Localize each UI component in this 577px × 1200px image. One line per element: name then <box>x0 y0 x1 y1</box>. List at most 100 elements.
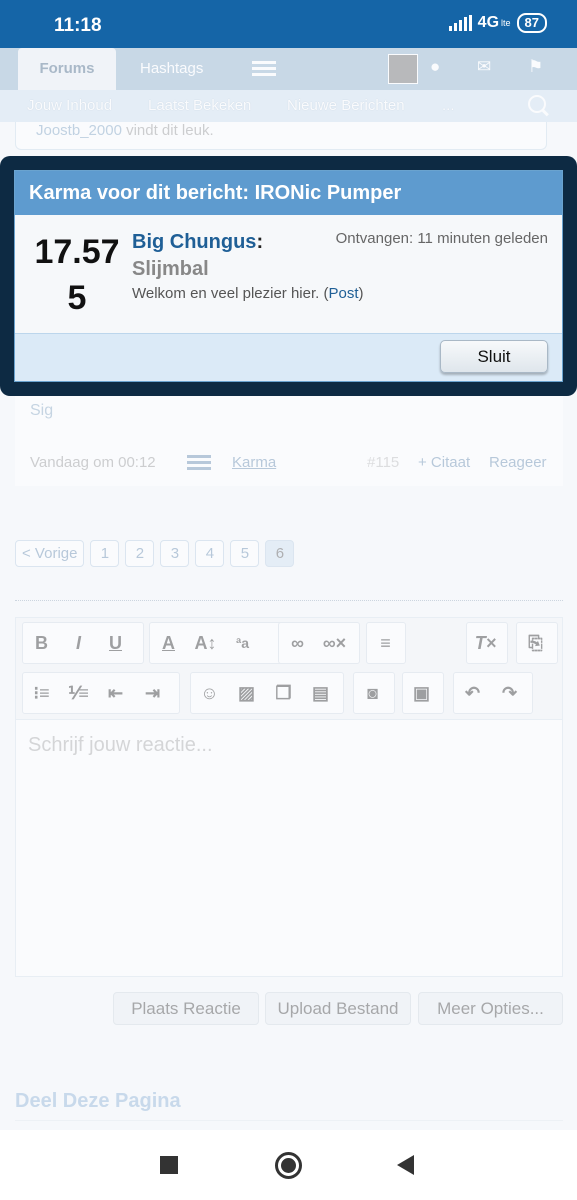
quote-button[interactable]: + Citaat <box>418 454 470 471</box>
karma-entry: 17.575 Big Chungus: Ontvangen: 11 minute… <box>15 215 562 333</box>
modal-title: Karma voor dit bericht: IRONic Pumper <box>15 171 562 215</box>
message-text: Welkom en veel plezier hier. ( <box>132 285 329 302</box>
editor-toolbar: B I U A A↕ ªa ∞ ∞× ≡ T× ⎘ ⁝≡ ⅟≡ ⇤ ⇥ ☺ ▨ … <box>16 618 562 720</box>
forum-header: Forums Hashtags ● ✉ ⚑ <box>0 48 577 90</box>
page-5[interactable]: 5 <box>230 540 260 567</box>
back-icon[interactable] <box>397 1155 414 1175</box>
signature: Sig <box>30 402 54 419</box>
tab-hashtags[interactable]: Hashtags <box>140 48 203 90</box>
share-title: Deel Deze Pagina <box>15 1090 181 1112</box>
indent-icon[interactable]: ⇥ <box>134 683 171 704</box>
unlink-icon[interactable]: ∞× <box>316 633 353 654</box>
divider <box>15 600 563 601</box>
history-group: ↶ ↷ <box>453 672 533 714</box>
karma-giver: Big Chungus: <box>132 231 263 254</box>
more-options-button[interactable]: Meer Opties... <box>418 992 563 1025</box>
save-group: ▣ <box>402 672 444 714</box>
save-icon[interactable]: ▣ <box>403 683 440 704</box>
status-bar: 11:18 4G lte 87 <box>0 0 577 48</box>
karma-modal: Karma voor dit bericht: IRONic Pumper 17… <box>14 170 563 382</box>
link-group: ∞ ∞× <box>278 622 360 664</box>
underline-icon[interactable]: U <box>97 633 134 654</box>
subnav-laatst-bekeken[interactable]: Laatst Bekeken <box>148 97 251 114</box>
karma-message: Welkom en veel plezier hier. (Post) <box>132 285 364 302</box>
font-group: A A↕ ªa <box>149 622 284 664</box>
align-group: ≡ <box>366 622 406 664</box>
italic-icon[interactable]: I <box>60 633 97 654</box>
link-icon[interactable]: ∞ <box>279 633 316 654</box>
numbered-list-icon[interactable]: ⅟≡ <box>60 683 97 704</box>
reply-editor: B I U A A↕ ªa ∞ ∞× ≡ T× ⎘ ⁝≡ ⅟≡ ⇤ ⇥ ☺ ▨ … <box>15 617 563 977</box>
battery-indicator: 87 <box>516 13 547 33</box>
signal-icon <box>448 15 472 31</box>
bullet-list-icon[interactable]: ⁝≡ <box>23 683 60 704</box>
post-date: Vandaag om 00:12 <box>30 454 156 471</box>
smiley-icon[interactable]: ☺ <box>191 683 228 704</box>
subnav-nieuwe-berichten[interactable]: Nieuwe Berichten <box>287 97 405 114</box>
liked-by-user[interactable]: Joostb_2000 <box>36 122 122 139</box>
share-divider <box>15 1120 563 1121</box>
media-icon[interactable]: ❐ <box>265 683 302 704</box>
font-color-icon[interactable]: A <box>150 633 187 654</box>
outdent-icon[interactable]: ⇤ <box>97 683 134 704</box>
menu-icon[interactable] <box>252 61 276 77</box>
submit-reply-button[interactable]: Plaats Reactie <box>113 992 259 1025</box>
page-4[interactable]: 4 <box>195 540 225 567</box>
recent-apps-icon[interactable] <box>160 1156 178 1174</box>
upload-file-button[interactable]: Upload Bestand <box>265 992 411 1025</box>
font-size-icon[interactable]: A↕ <box>187 633 224 654</box>
home-icon[interactable] <box>275 1152 302 1179</box>
page-3[interactable]: 3 <box>160 540 190 567</box>
page-2[interactable]: 2 <box>125 540 155 567</box>
karma-value: 17.575 <box>34 233 120 317</box>
post-footer: Sig Vandaag om 00:12 Karma #115 + Citaat… <box>15 396 563 486</box>
subnav-more[interactable]: ... <box>442 97 455 114</box>
template-icon[interactable]: ▤ <box>302 683 339 704</box>
page-6-current[interactable]: 6 <box>265 540 295 567</box>
bold-icon[interactable]: B <box>23 633 60 654</box>
font-family-icon[interactable]: ªa <box>224 635 261 651</box>
network-subtype: lte <box>501 18 511 28</box>
karma-link[interactable]: Karma <box>232 454 276 471</box>
tab-forums[interactable]: Forums <box>18 48 116 90</box>
flag-icon[interactable]: ⚑ <box>528 57 543 77</box>
giver-name[interactable]: Big Chungus <box>132 231 256 253</box>
page-1[interactable]: 1 <box>90 540 120 567</box>
reply-textarea[interactable]: Schrijf jouw reactie... <box>28 734 213 757</box>
help-icon[interactable]: ⎘ <box>517 633 554 654</box>
insert-group: ☺ ▨ ❐ ▤ <box>190 672 344 714</box>
giver-rank: Slijmbal <box>132 258 209 280</box>
format-group: B I U <box>22 622 144 664</box>
avatar[interactable] <box>388 54 418 84</box>
camera-group: ◙ <box>353 672 395 714</box>
page-prev-button[interactable]: < Vorige <box>15 540 85 567</box>
message-end: ) <box>358 285 364 302</box>
status-time: 11:18 <box>54 15 102 36</box>
post-number[interactable]: #115 <box>367 454 399 471</box>
system-nav-bar <box>0 1130 577 1200</box>
mail-icon[interactable]: ✉ <box>477 57 491 77</box>
pagination: < Vorige 1 2 3 4 5 6 <box>15 540 295 567</box>
user-icon[interactable]: ● <box>430 57 440 77</box>
liked-text: vindt dit leuk. <box>121 122 214 139</box>
sub-navigation: Jouw Inhoud Laatst Bekeken Nieuwe Berich… <box>0 90 577 122</box>
post-menu-icon[interactable] <box>187 455 211 471</box>
modal-footer: Sluit <box>15 333 562 381</box>
likes-bar: Joostb_2000 vindt dit leuk. <box>15 122 547 150</box>
search-icon[interactable] <box>528 95 546 113</box>
close-button[interactable]: Sluit <box>440 340 548 373</box>
redo-icon[interactable]: ↷ <box>491 683 528 704</box>
received-time: Ontvangen: 11 minuten geleden <box>335 230 548 247</box>
reply-button[interactable]: Reageer <box>489 454 547 471</box>
align-icon[interactable]: ≡ <box>367 633 404 654</box>
camera-icon[interactable]: ◙ <box>354 683 391 704</box>
image-icon[interactable]: ▨ <box>228 683 265 704</box>
network-type: 4G <box>477 14 500 31</box>
subnav-jouw-inhoud[interactable]: Jouw Inhoud <box>27 97 112 114</box>
post-link[interactable]: Post <box>328 285 358 302</box>
status-indicators: 4G lte 87 <box>448 13 547 33</box>
undo-icon[interactable]: ↶ <box>454 683 491 704</box>
remove-format-icon[interactable]: T× <box>467 633 504 654</box>
giver-colon: : <box>256 231 264 253</box>
help-group: ⎘ <box>516 622 558 664</box>
